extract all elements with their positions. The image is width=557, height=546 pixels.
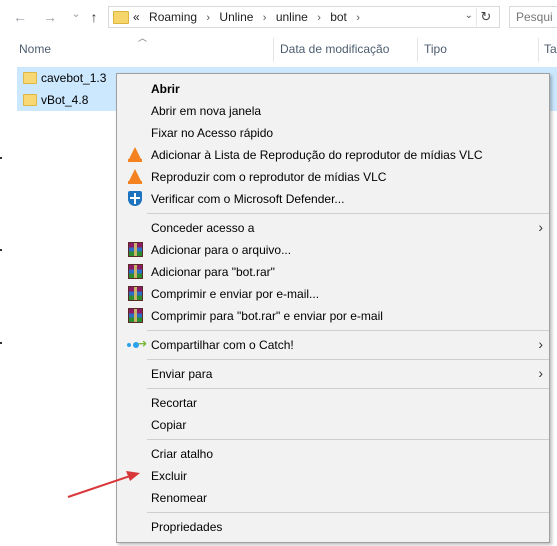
edge-mark	[0, 249, 2, 251]
menu-item-label: Compartilhar com o Catch!	[151, 338, 294, 352]
menu-item-rar-add-bot[interactable]: Adicionar para "bot.rar"	[117, 261, 549, 283]
edge-mark	[0, 157, 2, 159]
winrar-books-icon	[128, 286, 143, 301]
menu-item-delete[interactable]: Excluir	[117, 465, 549, 487]
red-pointer-arrow-icon	[67, 471, 140, 498]
menu-separator	[147, 388, 549, 389]
vlc-cone-icon	[128, 169, 142, 184]
menu-item-label: Adicionar à Lista de Reprodução do repro…	[151, 148, 483, 162]
defender-shield-icon	[128, 191, 142, 206]
menu-item-rar-add-archive[interactable]: Adicionar para o arquivo...	[117, 239, 549, 261]
submenu-arrow-icon: ›	[538, 365, 543, 381]
breadcrumb-separator-icon[interactable]: ›	[317, 12, 321, 24]
recent-locations-chevron-icon[interactable]: ⌄	[66, 4, 86, 24]
menu-item-rar-compress-bot-email[interactable]: Comprimir para "bot.rar" e enviar por e-…	[117, 305, 549, 327]
winrar-books-icon	[128, 264, 143, 279]
column-header-size[interactable]: Tar	[544, 38, 557, 60]
address-toolbar: ← → ⌄ ↑ « Roaming › Unline › unline › bo…	[0, 0, 557, 34]
menu-item-cut[interactable]: Recortar	[117, 392, 549, 414]
menu-item-label: Reproduzir com o reprodutor de mídias VL…	[151, 170, 387, 184]
folder-icon	[113, 11, 129, 24]
menu-item-open[interactable]: Abrir	[117, 78, 549, 100]
menu-item-vlc-add-playlist[interactable]: Adicionar à Lista de Reprodução do repro…	[117, 144, 549, 166]
menu-separator	[147, 330, 549, 331]
winrar-books-icon	[128, 242, 143, 257]
breadcrumb-item[interactable]: bot	[330, 10, 347, 24]
file-name: cavebot_1.3	[41, 71, 107, 85]
menu-item-label: Enviar para	[151, 367, 213, 381]
menu-item-label: Comprimir para "bot.rar" e enviar por e-…	[151, 309, 383, 323]
menu-item-give-access[interactable]: Conceder acesso a ›	[117, 217, 549, 239]
menu-item-label: Conceder acesso a	[151, 221, 255, 235]
menu-item-rename[interactable]: Renomear	[117, 487, 549, 509]
menu-separator	[147, 359, 549, 360]
vlc-cone-icon	[128, 147, 142, 162]
breadcrumb-item[interactable]: Unline	[219, 10, 253, 24]
address-bar[interactable]: « Roaming › Unline › unline › bot › ⌄ ↻	[108, 6, 500, 28]
file-name: vBot_4.8	[41, 93, 89, 107]
menu-item-label: Adicionar para "bot.rar"	[151, 265, 275, 279]
menu-item-defender-scan[interactable]: Verificar com o Microsoft Defender...	[117, 188, 549, 210]
menu-item-send-to[interactable]: Enviar para ›	[117, 363, 549, 385]
folder-icon	[23, 94, 37, 106]
folder-icon	[23, 72, 37, 84]
menu-item-label: Fixar no Acesso rápido	[151, 126, 274, 140]
breadcrumb-separator-icon[interactable]: ›	[356, 12, 360, 24]
catch-share-icon: ➜	[127, 338, 147, 350]
winrar-books-icon	[128, 308, 143, 323]
menu-separator	[147, 213, 549, 214]
menu-item-rar-compress-email[interactable]: Comprimir e enviar por e-mail...	[117, 283, 549, 305]
back-arrow-icon[interactable]: ←	[10, 7, 30, 27]
submenu-arrow-icon: ›	[538, 219, 543, 235]
breadcrumb-separator-icon[interactable]: ›	[263, 12, 267, 24]
column-header-modified[interactable]: Data de modificação	[280, 38, 389, 60]
menu-item-label: Criar atalho	[151, 447, 214, 461]
menu-item-create-shortcut[interactable]: Criar atalho	[117, 443, 549, 465]
menu-separator	[147, 439, 549, 440]
up-arrow-icon[interactable]: ↑	[84, 7, 104, 27]
menu-item-open-new-window[interactable]: Abrir em nova janela	[117, 100, 549, 122]
column-divider[interactable]	[417, 38, 418, 62]
column-divider[interactable]	[273, 38, 274, 62]
context-menu: Abrir Abrir em nova janela Fixar no Aces…	[116, 73, 550, 543]
menu-item-label: Adicionar para o arquivo...	[151, 243, 292, 257]
menu-item-vlc-play[interactable]: Reproduzir com o reprodutor de mídias VL…	[117, 166, 549, 188]
menu-item-label: Comprimir e enviar por e-mail...	[151, 287, 320, 301]
menu-item-label: Abrir em nova janela	[151, 104, 262, 118]
search-input[interactable]: Pesqui	[509, 6, 557, 28]
breadcrumb-overflow[interactable]: «	[133, 10, 140, 24]
menu-item-label: Excluir	[151, 469, 188, 483]
menu-item-label: Propriedades	[151, 520, 223, 534]
column-divider[interactable]	[538, 38, 539, 62]
sort-caret-icon: ︿	[138, 33, 148, 43]
breadcrumb: « Roaming › Unline › unline › bot ›	[133, 10, 366, 24]
address-dropdown-icon[interactable]: ⌄	[465, 10, 473, 21]
menu-item-copy[interactable]: Copiar	[117, 414, 549, 436]
refresh-icon[interactable]: ↻	[476, 8, 495, 26]
menu-item-share-catch[interactable]: ➜ Compartilhar com o Catch! ›	[117, 334, 549, 356]
menu-item-label: Renomear	[151, 491, 208, 505]
breadcrumb-item[interactable]: unline	[276, 10, 308, 24]
column-header-name[interactable]: Nome	[19, 38, 51, 60]
menu-item-label: Copiar	[151, 418, 187, 432]
column-header-type[interactable]: Tipo	[424, 38, 447, 60]
breadcrumb-separator-icon[interactable]: ›	[206, 12, 210, 24]
menu-item-label: Recortar	[151, 396, 198, 410]
menu-item-label: Verificar com o Microsoft Defender...	[151, 192, 345, 206]
menu-separator	[147, 512, 549, 513]
breadcrumb-item[interactable]: Roaming	[149, 10, 197, 24]
menu-item-label: Abrir	[151, 82, 180, 96]
edge-mark	[0, 342, 2, 344]
menu-item-pin-quick-access[interactable]: Fixar no Acesso rápido	[117, 122, 549, 144]
menu-item-properties[interactable]: Propriedades	[117, 516, 549, 538]
forward-arrow-icon[interactable]: →	[40, 7, 60, 27]
submenu-arrow-icon: ›	[538, 336, 543, 352]
